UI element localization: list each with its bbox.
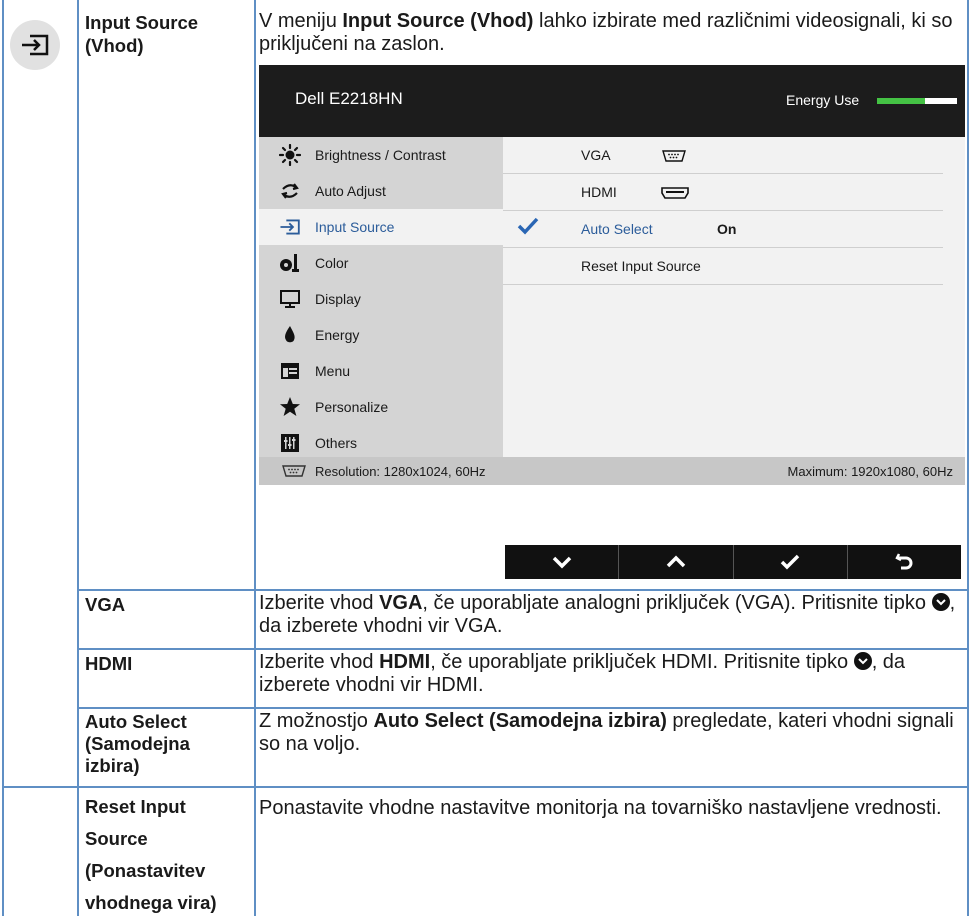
row-label-reset-input-source: Reset Input Source (Ponastavitev vhodneg… [85,796,217,913]
menu-item-label: Auto Adjust [315,183,386,199]
row-text-hdmi: Izberite vhod HDMI, če uporabljate prikl… [259,651,906,696]
osd-main-menu: Brightness / Contrast Auto Adjust Input … [259,137,503,457]
menu-item-label: Personalize [315,399,389,415]
energy-use-label: Energy Use [786,92,860,108]
osd-title: Dell E2218HN [295,89,403,108]
check-icon [517,217,539,241]
star-icon [279,396,301,418]
auto-adjust-icon [279,180,301,202]
osd-footer: Resolution: 1280x1024, 60Hz Maximum: 192… [259,457,965,485]
auto-select-value: On [717,221,737,237]
table-border [77,707,968,709]
submenu-label: HDMI [581,184,617,200]
vga-port-icon [281,465,307,480]
sliders-icon [279,432,301,454]
osd-submenu: VGA HDMI Auto Select On Reset Input Sour… [503,137,965,457]
menu-item-label: Brightness / Contrast [315,147,446,163]
resolution-text: Resolution: 1280x1024, 60Hz [315,464,486,479]
menu-item-color[interactable]: Color [259,245,503,281]
down-icon [552,556,571,569]
down-button-icon [931,593,950,611]
back-button[interactable] [846,545,961,579]
osd-header: Dell E2218HN Energy Use [259,65,965,137]
submenu-label: Reset Input Source [581,258,701,274]
submenu-label: Auto Select [581,221,653,237]
row-label-vga: VGA [85,594,126,615]
menu-item-label: Menu [315,363,351,379]
menu-item-brightness-contrast[interactable]: Brightness / Contrast [259,137,503,173]
section-title: Input Source (Vhod) [85,12,199,56]
input-source-icon [279,216,301,238]
table-border [2,0,4,916]
down-button-icon [853,652,872,670]
submenu-item-vga[interactable]: VGA [503,137,943,174]
menu-item-label: Color [315,255,349,271]
leaf-icon [279,324,301,346]
table-border [967,0,969,916]
submenu-item-auto-select[interactable]: Auto Select On [503,211,943,248]
up-button[interactable] [618,545,732,579]
menu-item-label: Display [315,291,361,307]
submenu-item-reset-input-source[interactable]: Reset Input Source [503,248,943,285]
menu-item-display[interactable]: Display [259,281,503,317]
energy-use-bar [877,98,957,104]
menu-item-label: Input Source [315,219,395,235]
menu-window-icon [279,360,301,382]
osd-menu: Dell E2218HN Energy Use Brightness / Con… [259,65,965,485]
row-text-reset-input-source: Ponastavite vhodne nastavitve monitorja … [259,797,942,819]
monitor-icon [279,288,301,310]
menu-item-auto-adjust[interactable]: Auto Adjust [259,173,503,209]
table-border [77,648,968,650]
menu-item-personalize[interactable]: Personalize [259,389,503,425]
table-border [77,0,79,916]
row-label-auto-select: Auto Select (Samodejna izbira) [85,711,190,776]
table-border [2,786,968,788]
menu-item-label: Energy [315,327,360,343]
input-source-icon [10,20,60,70]
submenu-label: VGA [581,147,611,163]
down-button[interactable] [505,545,618,579]
osd-nav-buttons [505,545,961,579]
table-border [77,589,968,591]
submenu-item-hdmi[interactable]: HDMI [503,174,943,211]
vga-port-icon [661,149,687,165]
color-icon [279,252,301,274]
sun-icon [279,144,301,166]
check-icon [780,554,800,570]
row-text-auto-select: Z možnostjo Auto Select (Samodejna izbir… [259,710,954,755]
row-text-vga: Izberite vhod VGA, če uporabljate analog… [259,592,956,637]
back-icon [895,553,913,570]
menu-item-others[interactable]: Others [259,425,503,461]
table-border [254,0,256,916]
energy-use-fill [877,98,925,104]
confirm-button[interactable] [732,545,847,579]
row-label-hdmi: HDMI [85,653,133,674]
section-description: V meniju Input Source (Vhod) lahko izbir… [259,10,953,55]
hdmi-port-icon [661,186,689,202]
up-icon [666,555,686,568]
menu-item-energy[interactable]: Energy [259,317,503,353]
menu-item-label: Others [315,435,358,451]
menu-item-menu[interactable]: Menu [259,353,503,389]
menu-item-input-source[interactable]: Input Source [259,209,503,245]
maximum-resolution-text: Maximum: 1920x1080, 60Hz [787,464,953,479]
